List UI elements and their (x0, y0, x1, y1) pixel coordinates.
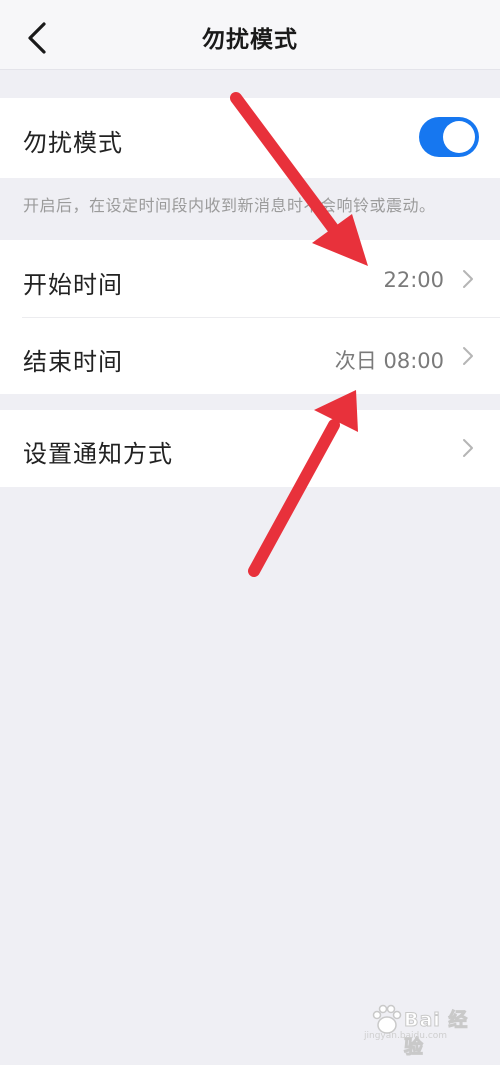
end-time-value: 次日 08:00 (334, 349, 444, 373)
end-time-row[interactable]: 结束时间 次日 08:00 (0, 318, 500, 394)
end-time-label: 结束时间 (23, 348, 123, 376)
toggle-knob (443, 121, 475, 153)
chevron-right-icon (463, 347, 473, 365)
start-time-label: 开始时间 (23, 271, 123, 299)
chevron-right-icon (463, 439, 473, 457)
page-title: 勿扰模式 (202, 27, 298, 53)
start-time-value: 22:00 (383, 268, 444, 292)
notify-method-row[interactable]: 设置通知方式 (0, 410, 500, 487)
app-header: 勿扰模式 (0, 0, 500, 70)
notify-method-label: 设置通知方式 (23, 440, 173, 468)
dnd-label: 勿扰模式 (23, 129, 123, 157)
dnd-hint-text: 开启后，在设定时间段内收到新消息时不会响铃或震动。 (23, 196, 436, 215)
chevron-right-icon (463, 270, 473, 288)
schedule-group: 开始时间 22:00 结束时间 次日 08:00 (0, 240, 500, 394)
dnd-toggle-switch[interactable] (419, 117, 479, 157)
baidu-watermark: Bai 经验 jingyan.baidu.com (364, 1001, 482, 1059)
start-time-row[interactable]: 开始时间 22:00 (0, 240, 500, 317)
watermark-subtext: jingyan.baidu.com (364, 1031, 448, 1041)
